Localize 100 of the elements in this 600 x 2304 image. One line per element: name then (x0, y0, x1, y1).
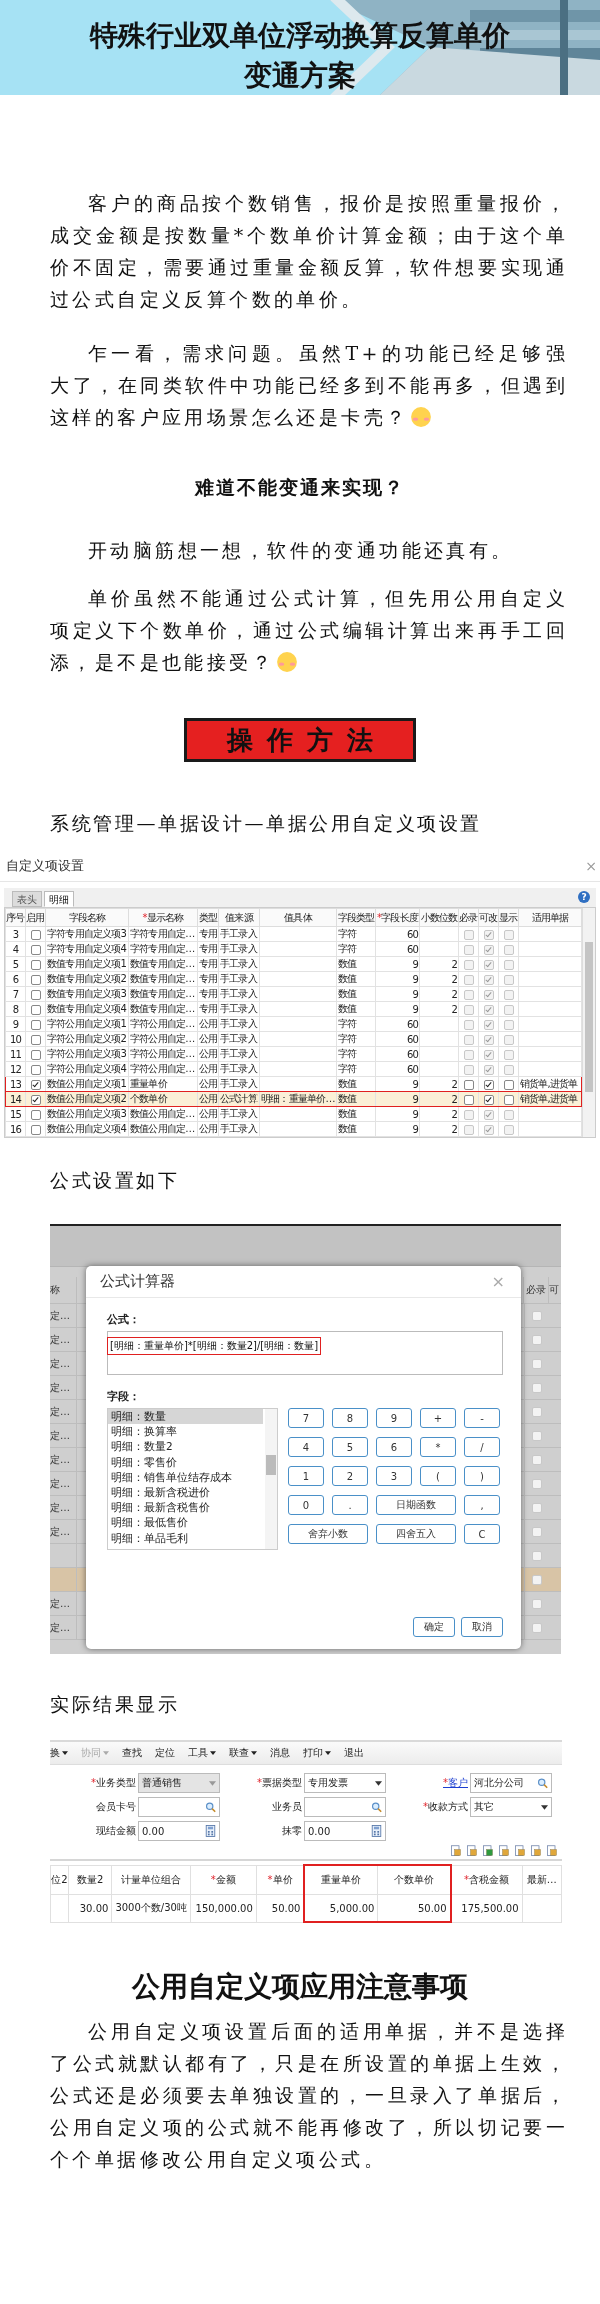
checkbox[interactable] (463, 1109, 474, 1120)
checkbox[interactable] (483, 1004, 494, 1015)
key-button[interactable]: 舍弃小数 (288, 1524, 368, 1544)
dialog-button[interactable]: 取消 (461, 1617, 503, 1637)
checkbox[interactable] (483, 1124, 494, 1135)
checkbox[interactable] (483, 1079, 494, 1090)
key-button[interactable]: ( (420, 1466, 456, 1486)
key-button[interactable]: . (332, 1495, 368, 1515)
document-icon[interactable] (482, 1845, 494, 1857)
checkbox[interactable] (463, 1094, 474, 1105)
key-button[interactable]: / (464, 1437, 500, 1457)
list-item[interactable]: 明细：最新含税售价 (108, 1500, 263, 1516)
checkbox[interactable] (463, 974, 474, 985)
checkbox[interactable] (532, 1430, 542, 1441)
key-button[interactable]: 8 (332, 1408, 368, 1428)
checkbox[interactable] (463, 1079, 474, 1090)
key-button[interactable]: + (420, 1408, 456, 1428)
checkbox[interactable] (532, 1406, 542, 1417)
checkbox[interactable] (483, 989, 494, 1000)
key-button[interactable]: 四舍五入 (376, 1524, 456, 1544)
list-item[interactable]: 明细：数量2 (108, 1439, 263, 1455)
key-button[interactable]: 6 (376, 1437, 412, 1457)
checkbox[interactable] (503, 1034, 514, 1045)
checkbox[interactable] (483, 1109, 494, 1120)
checkbox[interactable] (463, 959, 474, 970)
document-icon[interactable] (546, 1845, 558, 1857)
help-icon[interactable]: ? (578, 891, 590, 903)
key-button[interactable]: 日期函数 (376, 1495, 456, 1515)
tab[interactable]: 明细 (44, 891, 74, 907)
customer-link[interactable]: *客户 (402, 1776, 468, 1790)
search-icon[interactable] (371, 1801, 382, 1813)
checkbox[interactable] (30, 974, 41, 985)
checkbox[interactable] (532, 1478, 542, 1489)
checkbox[interactable] (483, 1094, 494, 1105)
checkbox[interactable] (463, 1004, 474, 1015)
checkbox[interactable] (483, 1049, 494, 1060)
caret-icon[interactable] (210, 1751, 216, 1755)
toolbar-button[interactable]: 换 (50, 1746, 68, 1760)
key-button[interactable]: 2 (332, 1466, 368, 1486)
list-item[interactable]: 明细：换算率 (108, 1424, 263, 1440)
list-item[interactable]: 明细：数量 (108, 1409, 263, 1425)
toolbar-button[interactable]: 联查 (229, 1746, 257, 1760)
list-item[interactable]: 明细：最低售价 (108, 1515, 263, 1531)
document-icon[interactable] (498, 1845, 510, 1857)
key-button[interactable]: C (464, 1524, 500, 1544)
key-button[interactable]: 0 (288, 1495, 324, 1515)
checkbox[interactable] (532, 1574, 542, 1585)
checkbox[interactable] (483, 1034, 494, 1045)
input-field[interactable] (138, 1797, 220, 1817)
toolbar-button[interactable]: 查找 (122, 1746, 142, 1760)
checkbox[interactable] (463, 1124, 474, 1135)
document-icon[interactable] (450, 1845, 462, 1857)
dropdown-caret-icon[interactable] (375, 1780, 382, 1786)
toolbar-button[interactable]: 退出 (344, 1746, 364, 1760)
checkbox[interactable] (30, 1094, 41, 1105)
list-item[interactable]: 明细：单品毛利 (108, 1530, 263, 1546)
scrollbar[interactable] (582, 908, 595, 1137)
document-icon[interactable] (466, 1845, 478, 1857)
checkbox[interactable] (532, 1550, 542, 1561)
checkbox[interactable] (532, 1310, 542, 1321)
key-button[interactable]: ) (464, 1466, 500, 1486)
document-icon[interactable] (514, 1845, 526, 1857)
checkbox[interactable] (30, 929, 41, 940)
checkbox[interactable] (30, 1064, 41, 1075)
checkbox[interactable] (30, 959, 41, 970)
checkbox[interactable] (532, 1622, 542, 1633)
checkbox[interactable] (532, 1382, 542, 1393)
checkbox[interactable] (463, 1064, 474, 1075)
input-field[interactable]: 其它 (470, 1797, 552, 1817)
checkbox[interactable] (503, 1079, 514, 1090)
checkbox[interactable] (463, 1019, 474, 1030)
checkbox[interactable] (503, 944, 514, 955)
search-icon[interactable] (537, 1777, 548, 1789)
checkbox[interactable] (503, 929, 514, 940)
checkbox[interactable] (503, 1004, 514, 1015)
checkbox[interactable] (30, 989, 41, 1000)
checkbox[interactable] (30, 1034, 41, 1045)
toolbar-button[interactable]: 消息 (270, 1746, 290, 1760)
checkbox[interactable] (503, 1094, 514, 1105)
checkbox[interactable] (503, 1124, 514, 1135)
checkbox[interactable] (532, 1358, 542, 1369)
checkbox[interactable] (463, 1034, 474, 1045)
checkbox[interactable] (503, 974, 514, 985)
checkbox[interactable] (483, 929, 494, 940)
checkbox[interactable] (483, 1064, 494, 1075)
checkbox[interactable] (30, 1079, 41, 1090)
checkbox[interactable] (483, 1019, 494, 1030)
caret-icon[interactable] (62, 1751, 68, 1755)
checkbox[interactable] (463, 929, 474, 940)
key-button[interactable]: 3 (376, 1466, 412, 1486)
key-button[interactable]: 7 (288, 1408, 324, 1428)
toolbar-button[interactable]: 定位 (155, 1746, 175, 1760)
input-field[interactable]: 河北分公司 (470, 1773, 552, 1793)
checkbox[interactable] (483, 959, 494, 970)
key-button[interactable]: 5 (332, 1437, 368, 1457)
key-button[interactable]: * (420, 1437, 456, 1457)
key-button[interactable]: , (464, 1495, 500, 1515)
checkbox[interactable] (30, 1049, 41, 1060)
checkbox[interactable] (503, 1019, 514, 1030)
list-item[interactable]: 明细：零售价 (108, 1454, 263, 1470)
